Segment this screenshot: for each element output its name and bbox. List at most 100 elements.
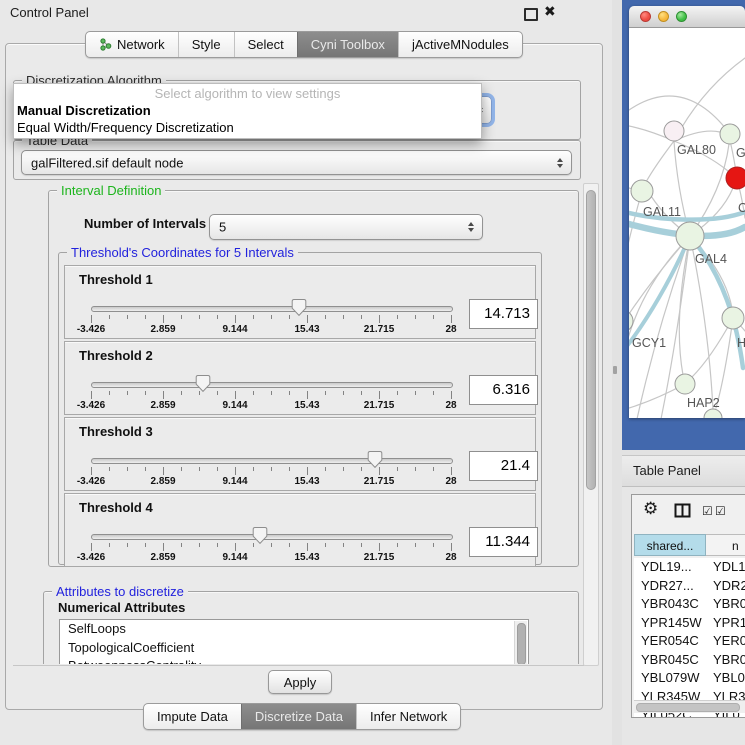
table-cell[interactable]: YPR145W	[634, 614, 706, 633]
attribute-list-item[interactable]: BetweennessCentrality	[60, 657, 528, 664]
splitter-handle[interactable]	[613, 366, 617, 374]
network-node[interactable]	[720, 124, 740, 144]
threshold-value-field[interactable]: 21.4	[469, 451, 538, 481]
table-row[interactable]: YBR043CYBR0	[634, 595, 745, 614]
threshold-slider-track[interactable]	[91, 534, 453, 540]
table-cell[interactable]: YBL0	[706, 669, 745, 688]
gear-icon[interactable]: ⚙	[643, 499, 658, 519]
table-cell[interactable]: YBR0	[706, 595, 745, 614]
tick-mark	[361, 315, 362, 319]
table-panel-inner: ⚙ ☑ ☑ shared...n YDL19...YDL1YDR27...YDR…	[631, 494, 745, 718]
network-node[interactable]	[676, 222, 704, 250]
number-of-intervals-combobox[interactable]: 5	[209, 214, 483, 240]
combo-arrows-icon	[556, 157, 564, 169]
slider-handle[interactable]	[195, 374, 211, 393]
table-hscrollbar-thumb[interactable]	[636, 703, 740, 712]
tab-infer-network[interactable]: Infer Network	[356, 704, 460, 729]
zoom-traffic-light[interactable]	[676, 11, 687, 22]
tab-cyni-toolbox[interactable]: Cyni Toolbox	[297, 32, 398, 57]
list-scrollbar[interactable]	[514, 621, 527, 664]
table-cell[interactable]: YDR27...	[634, 577, 706, 596]
close-traffic-light[interactable]	[640, 11, 651, 22]
tab-label: Discretize Data	[255, 705, 343, 728]
threshold-slider-track[interactable]	[91, 458, 453, 464]
network-node[interactable]	[726, 167, 745, 189]
network-node[interactable]	[722, 307, 744, 329]
apply-button[interactable]: Apply	[268, 670, 332, 694]
table-cell[interactable]: YBR0	[706, 651, 745, 670]
threshold-value-field[interactable]: 6.316	[469, 375, 538, 405]
network-node[interactable]	[704, 409, 722, 418]
table-cell[interactable]: YBR045C	[634, 651, 706, 670]
tick-label: -3.426	[68, 324, 114, 335]
algorithm-option-equal-width[interactable]: Equal Width/Frequency Discretization	[17, 120, 234, 135]
slider-ticks: -3.4262.8599.14415.4321.71528	[91, 315, 451, 335]
threshold-slider-track[interactable]	[91, 306, 453, 312]
table-row[interactable]: YPR145WYPR1	[634, 614, 745, 633]
table-cell[interactable]: YDL1	[706, 558, 745, 577]
tick-label: 2.859	[140, 552, 186, 563]
table-cell[interactable]: YBL079W	[634, 669, 706, 688]
algorithm-option-manual[interactable]: Manual Discretization	[17, 103, 151, 118]
numerical-attributes-label: Numerical Attributes	[58, 600, 185, 615]
table-row[interactable]: YDR27...YDR2	[634, 577, 745, 596]
network-node[interactable]	[631, 180, 653, 202]
attribute-list-item[interactable]: TopologicalCoefficient	[60, 639, 528, 658]
tab-discretize-data[interactable]: Discretize Data	[241, 704, 356, 729]
tick-mark	[307, 543, 308, 551]
network-canvas[interactable]: GAL80GACGAL11GAL4GCY1HHAP2	[629, 28, 745, 418]
attribute-list-item[interactable]: SelfLoops	[60, 620, 528, 639]
threshold-value-field[interactable]: 14.713	[469, 299, 538, 329]
list-scrollbar-thumb[interactable]	[517, 623, 526, 664]
threshold-value-field[interactable]: 11.344	[469, 527, 538, 557]
tab-label: Select	[248, 33, 284, 56]
tick-mark	[235, 315, 236, 323]
tab-network[interactable]: Network	[86, 32, 178, 57]
tick-mark	[379, 391, 380, 399]
tab-select[interactable]: Select	[234, 32, 297, 57]
tick-mark	[127, 467, 128, 471]
slider-ticks: -3.4262.8599.14415.4321.71528	[91, 543, 451, 563]
table-cell[interactable]: YBR043C	[634, 595, 706, 614]
tab-jactivemnodules[interactable]: jActiveMNodules	[398, 32, 522, 57]
float-window-icon[interactable]	[524, 8, 538, 21]
tick-mark	[451, 467, 452, 475]
slider-handle[interactable]	[367, 450, 383, 469]
table-cell[interactable]: YDL19...	[634, 558, 706, 577]
split-panel-icon[interactable]	[674, 503, 691, 521]
table-row[interactable]: YDL19...YDL1	[634, 558, 745, 577]
network-edge[interactable]	[646, 141, 674, 182]
network-node[interactable]	[675, 374, 695, 394]
control-panel-titlebar: Control Panel ✖	[0, 0, 612, 26]
tick-mark	[397, 391, 398, 395]
slider-handle[interactable]	[291, 298, 307, 317]
network-edge[interactable]	[716, 318, 733, 408]
checkbox-icon[interactable]: ☑	[715, 504, 726, 518]
table-row[interactable]: YBL079WYBL0	[634, 669, 745, 688]
threshold-slider-track[interactable]	[91, 382, 453, 388]
number-of-intervals-value: 5	[219, 220, 226, 235]
table-row[interactable]: YBR045CYBR0	[634, 651, 745, 670]
table-cell[interactable]: YER054C	[634, 632, 706, 651]
table-row[interactable]: YER054CYER0	[634, 632, 745, 651]
panel-scrollbar-thumb[interactable]	[586, 190, 596, 490]
tick-mark	[145, 467, 146, 471]
column-header[interactable]: n	[706, 534, 745, 556]
table-hscrollbar[interactable]	[634, 700, 745, 713]
network-node[interactable]	[664, 121, 684, 141]
tick-mark	[217, 543, 218, 547]
tab-style[interactable]: Style	[178, 32, 234, 57]
table-cell[interactable]: YPR1	[706, 614, 745, 633]
slider-handle[interactable]	[252, 526, 268, 545]
table-cell[interactable]: YDR2	[706, 577, 745, 596]
table-data-combobox[interactable]: galFiltered.sif default node	[21, 150, 572, 175]
table-cell[interactable]: YER0	[706, 632, 745, 651]
panel-scrollbar[interactable]	[583, 183, 599, 666]
tab-impute-data[interactable]: Impute Data	[144, 704, 241, 729]
column-header[interactable]: shared...	[634, 534, 706, 556]
checkbox-icon[interactable]: ☑	[702, 504, 713, 518]
tick-mark	[361, 391, 362, 395]
minimize-traffic-light[interactable]	[658, 11, 669, 22]
close-icon[interactable]: ✖	[544, 3, 556, 20]
tick-mark	[217, 315, 218, 319]
